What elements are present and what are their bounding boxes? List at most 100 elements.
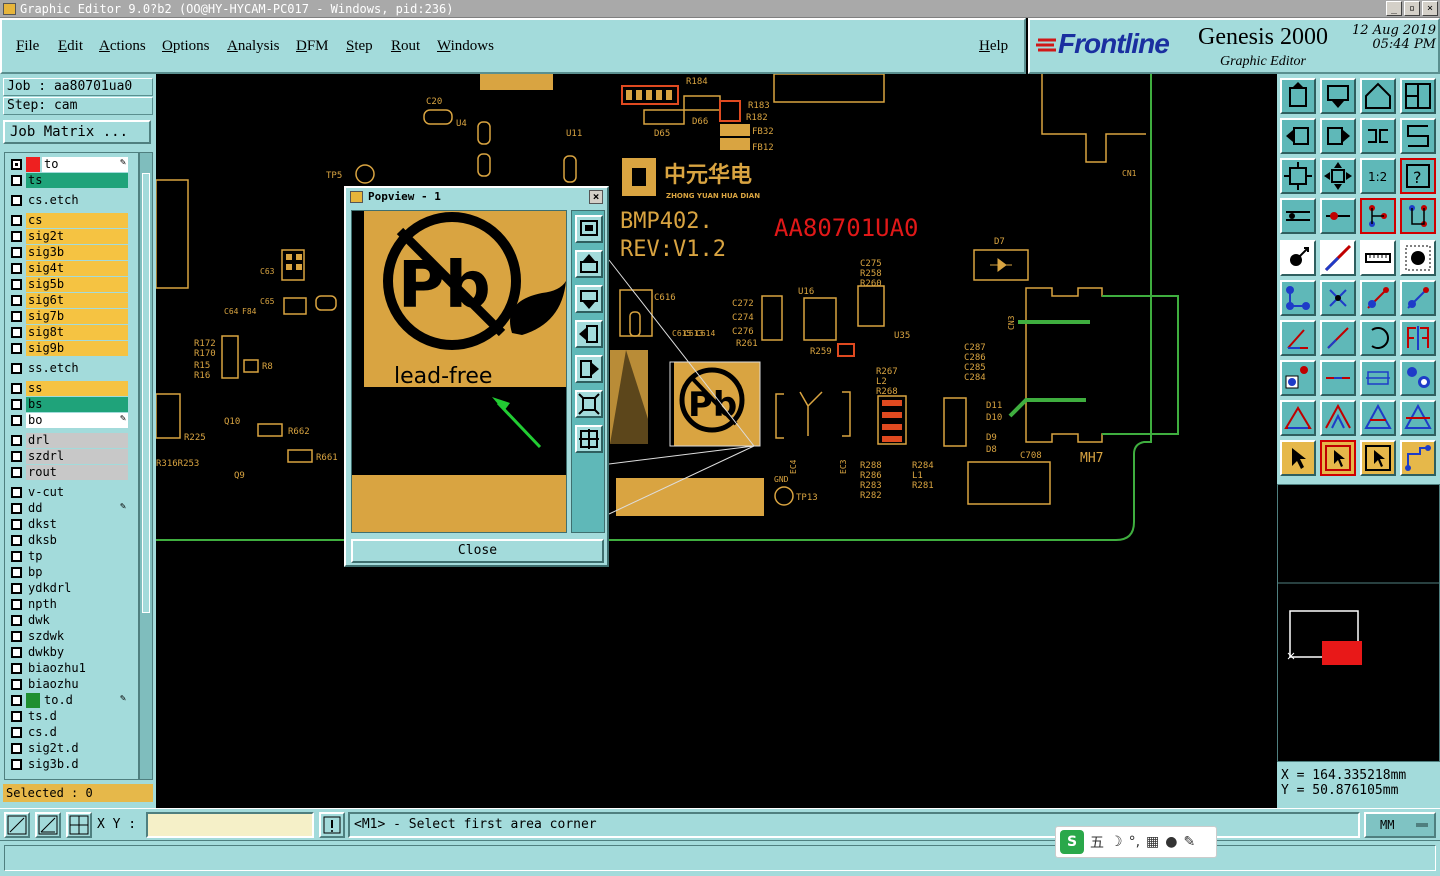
- layer-row[interactable]: biaozhu: [7, 677, 128, 692]
- layer-checkbox[interactable]: [11, 759, 22, 770]
- popview-close-icon[interactable]: ×: [589, 190, 603, 204]
- layer-row[interactable]: ss: [7, 381, 128, 396]
- menu-analysis[interactable]: Analysis: [227, 38, 280, 55]
- layer-checkbox[interactable]: [11, 343, 22, 354]
- layer-row[interactable]: sig3b.d: [7, 757, 128, 772]
- measure-icon[interactable]: [1280, 198, 1316, 234]
- dimension-icon[interactable]: [1360, 360, 1396, 396]
- layer-name[interactable]: ss.etch: [26, 361, 128, 376]
- layer-row[interactable]: sig2t.d: [7, 741, 128, 756]
- layer-row[interactable]: v-cut: [7, 485, 128, 500]
- layer-name[interactable]: drl: [26, 433, 128, 448]
- sogou-ime-icon[interactable]: S: [1060, 830, 1084, 854]
- triangle-mid-icon[interactable]: [1400, 400, 1436, 436]
- layer-name[interactable]: dwkby: [26, 645, 128, 660]
- layer-row[interactable]: dd ✎: [7, 501, 128, 516]
- menu-dfm[interactable]: DFM: [296, 38, 329, 55]
- layer-row[interactable]: ss.etch: [7, 361, 128, 376]
- layer-name[interactable]: sig3b.d: [26, 757, 128, 772]
- select-arrow-icon[interactable]: [1280, 440, 1316, 476]
- popview-zoom-icon[interactable]: [575, 215, 603, 243]
- overview-window[interactable]: [1277, 484, 1440, 762]
- layer-name[interactable]: bp: [26, 565, 128, 580]
- layer-row[interactable]: sig3b: [7, 245, 128, 260]
- layer-checkbox[interactable]: [11, 551, 22, 562]
- layer-checkbox[interactable]: [11, 487, 22, 498]
- draw-line-icon[interactable]: [1320, 240, 1356, 276]
- layer-checkbox[interactable]: [11, 399, 22, 410]
- layer-name[interactable]: szdwk: [26, 629, 128, 644]
- angle-red-icon[interactable]: [1280, 320, 1316, 356]
- layer-checkbox[interactable]: [11, 415, 22, 426]
- snap-point-icon[interactable]: [1320, 198, 1356, 234]
- layer-row[interactable]: bo ✎: [7, 413, 128, 428]
- layer-name[interactable]: biaozhu: [26, 677, 128, 692]
- ime-toolbar[interactable]: S 五 ☽ °, ▦ ● ✎: [1055, 826, 1217, 858]
- group-nodes-icon[interactable]: [1400, 360, 1436, 396]
- layer-name[interactable]: ydkdrl: [26, 581, 128, 596]
- node-red-blue-icon[interactable]: [1280, 360, 1316, 396]
- layer-checkbox[interactable]: [11, 663, 22, 674]
- layer-row[interactable]: dksb: [7, 533, 128, 548]
- layer-name[interactable]: sig8t: [26, 325, 128, 340]
- layer-name[interactable]: szdrl: [26, 449, 128, 464]
- add-feature-icon[interactable]: [1280, 240, 1316, 276]
- layer-checkbox[interactable]: [11, 695, 22, 706]
- layer-row[interactable]: tp: [7, 549, 128, 564]
- help-icon[interactable]: ?: [1400, 158, 1436, 194]
- ime-mode[interactable]: 五: [1090, 832, 1104, 852]
- layer-checkbox[interactable]: [11, 159, 22, 170]
- pad-select-icon[interactable]: [1400, 240, 1436, 276]
- layer-checkbox[interactable]: [11, 247, 22, 258]
- home-icon[interactable]: [1360, 78, 1396, 114]
- menu-actions[interactable]: Actions: [99, 38, 146, 55]
- layer-checkbox[interactable]: [11, 175, 22, 186]
- triangle-peak-icon[interactable]: [1320, 400, 1356, 436]
- layer-checkbox[interactable]: [11, 679, 22, 690]
- graphic-canvas[interactable]: CN1 U11 R184 D65 D66 R183 R182 FB32 FB12…: [156, 74, 1277, 808]
- layer-checkbox[interactable]: [11, 467, 22, 478]
- layer-row[interactable]: dkst: [7, 517, 128, 532]
- net-connect-icon[interactable]: [1360, 198, 1396, 234]
- snake-route-icon[interactable]: [1400, 118, 1436, 154]
- layer-name[interactable]: dksb: [26, 533, 128, 548]
- open-icon[interactable]: [1280, 78, 1316, 114]
- flip-f-icon[interactable]: [1400, 320, 1436, 356]
- layer-row[interactable]: to ✎: [7, 157, 128, 172]
- layer-row[interactable]: npth: [7, 597, 128, 612]
- ruler-icon[interactable]: [1360, 240, 1396, 276]
- move-node-icon[interactable]: [1360, 280, 1396, 316]
- moon-icon[interactable]: ☽: [1110, 834, 1123, 850]
- layer-name[interactable]: ss: [26, 381, 128, 396]
- layer-row[interactable]: sig6t: [7, 293, 128, 308]
- layer-list-scrollbar[interactable]: [139, 152, 153, 780]
- layer-name[interactable]: sig6t: [26, 293, 128, 308]
- layer-checkbox[interactable]: [11, 727, 22, 738]
- layer-row[interactable]: cs.etch: [7, 193, 128, 208]
- layer-row[interactable]: sig7b: [7, 309, 128, 324]
- layer-row[interactable]: rout: [7, 465, 128, 480]
- scrollbar-thumb[interactable]: [142, 173, 150, 613]
- layer-row[interactable]: dwkby: [7, 645, 128, 660]
- layer-name[interactable]: cs.d: [26, 725, 128, 740]
- menu-help[interactable]: Help: [979, 38, 1008, 55]
- layer-checkbox[interactable]: [11, 535, 22, 546]
- xy-input[interactable]: [146, 812, 314, 838]
- layer-name[interactable]: sig7b: [26, 309, 128, 324]
- layer-name[interactable]: sig3b: [26, 245, 128, 260]
- layer-checkbox[interactable]: [11, 519, 22, 530]
- pan-left-icon[interactable]: [1280, 118, 1316, 154]
- layer-name[interactable]: tp: [26, 549, 128, 564]
- slash-line-icon[interactable]: [1320, 320, 1356, 356]
- popview-zoom-in-icon[interactable]: [575, 390, 603, 418]
- layer-name[interactable]: sig2t.d: [26, 741, 128, 756]
- punct-icon[interactable]: °,: [1129, 834, 1140, 850]
- connect-nodes-icon[interactable]: [1280, 280, 1316, 316]
- layer-name[interactable]: dwk: [26, 613, 128, 628]
- wrench-icon[interactable]: ✎: [1183, 834, 1195, 850]
- layer-checkbox[interactable]: [11, 647, 22, 658]
- pan-right-icon[interactable]: [1320, 118, 1356, 154]
- layer-row[interactable]: ts.d: [7, 709, 128, 724]
- layer-name[interactable]: to.d: [42, 693, 128, 708]
- layer-name[interactable]: rout: [26, 465, 128, 480]
